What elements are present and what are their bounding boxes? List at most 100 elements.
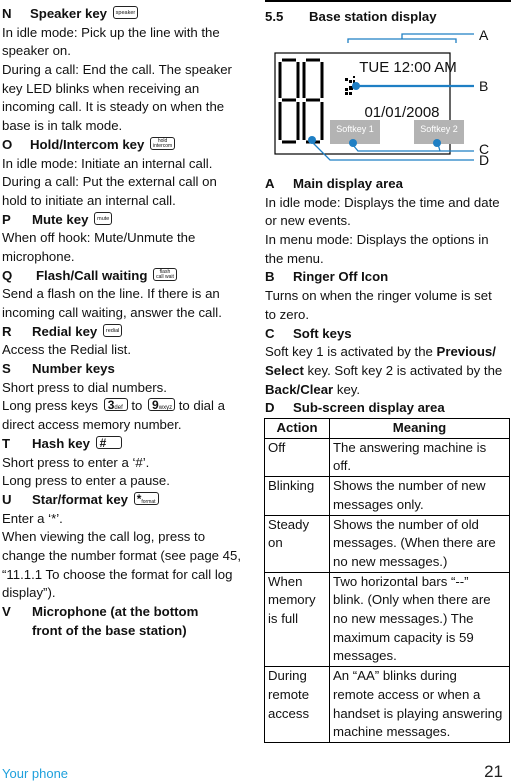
- heading-speaker-key: N Speaker key speaker: [2, 5, 254, 24]
- heading-star-format-key: U Star/format key *format: [2, 491, 254, 510]
- callout-a-bracket: [347, 38, 457, 43]
- sub-screen-table: Action Meaning Off The answering machine …: [264, 418, 510, 743]
- key-3-icon: 3def: [103, 398, 128, 412]
- key-name: Previous/: [436, 344, 496, 360]
- body-line: When viewing the call log, press to: [2, 529, 206, 545]
- display-date: 01/01/2008: [364, 104, 439, 121]
- key-letters: wxyz: [158, 405, 173, 412]
- display-time: TUE 12:00 AM: [359, 59, 457, 76]
- heading-title: Main display area: [293, 176, 403, 191]
- cell-action: Blinking: [264, 476, 330, 516]
- heading-main-display-area: A Main display area: [265, 175, 511, 194]
- body-line: “11.1.1 To choose the format for call lo…: [2, 566, 233, 582]
- body-line: In idle mode: Pick up the line with the: [2, 24, 220, 40]
- cell-meaning: An “AA” blinks during remote access or wh…: [329, 666, 510, 743]
- section-header: 5.5 Base station display: [265, 2, 511, 32]
- callout-b-dot: [352, 82, 360, 90]
- heading-soft-keys: C Soft keys: [265, 325, 511, 344]
- heading-title: Star/format key: [32, 491, 129, 507]
- heading-mute-key: P Mute key mute: [2, 211, 254, 230]
- cell-meaning: The answering machine is off.: [329, 437, 510, 478]
- body-line: During a call: Put the external call on: [2, 174, 217, 190]
- hold-intercom-key-icon: hold intercom: [150, 136, 176, 150]
- cell-line: Two horizontal bars “--”: [333, 573, 469, 589]
- heading-letter: P: [2, 211, 11, 227]
- body-line: Short press to enter a ‘#’.: [2, 454, 150, 470]
- heading-microphone: V Microphone (at the bottom: [2, 603, 254, 622]
- cell-line: messages only.: [333, 496, 424, 512]
- section-title: 5.5 Base station display: [265, 2, 511, 32]
- callout-a-line: [401, 33, 474, 39]
- body-line: to zero.: [265, 306, 309, 322]
- cell-line: messages. (When there are: [333, 535, 496, 551]
- body-line: Send a flash on the line. If there is an: [2, 286, 220, 302]
- key-letters: def: [114, 405, 123, 412]
- heading-title: Flash/Call waiting: [36, 267, 148, 283]
- cell-meaning: Shows the number of new messages only.: [329, 476, 510, 516]
- flash-key-icon: flash call wait: [153, 267, 177, 281]
- header-meaning: Meaning: [329, 418, 510, 439]
- cell-line: memory: [268, 592, 316, 608]
- section-number: 5.5: [265, 9, 284, 24]
- cell-line: Steady: [268, 516, 310, 532]
- heading-title: Mute key: [32, 211, 89, 227]
- callout-d-dot: [308, 136, 316, 144]
- body-line: incoming call. It is steady on when the: [2, 99, 225, 115]
- cell-line: handset is playing answering: [333, 705, 503, 721]
- key-label-bottom: intercom: [153, 143, 173, 150]
- cell-line: During: [268, 668, 307, 684]
- cell-line: An “AA” blinks during: [333, 668, 457, 684]
- body-line: Turns on when the ringer volume is set: [265, 288, 492, 304]
- heading-hold-intercom-key: O Hold/Intercom key hold intercom: [2, 136, 254, 155]
- key-9-icon: 9wxyz: [148, 398, 176, 412]
- cell-line: Blinking: [268, 478, 315, 494]
- cell-line: no new messages.): [333, 553, 448, 569]
- body-line: In menu mode: Displays the options in: [265, 232, 489, 248]
- cell-meaning: Shows the number of old messages. (When t…: [329, 514, 510, 573]
- body-line: direct access memory number.: [2, 417, 182, 433]
- body-line: base is in talk mode.: [2, 118, 123, 134]
- key-name: Select: [265, 362, 304, 378]
- body-line: During a call: End the call. The speaker: [2, 62, 232, 78]
- heading-title: Hash key: [32, 435, 90, 451]
- heading-title: Microphone (at the bottom: [32, 604, 199, 619]
- table-row: Off The answering machine is off.: [264, 437, 510, 478]
- cell-line: access: [268, 705, 310, 721]
- cell-line: no new messages.) The: [333, 611, 474, 627]
- table-row: During remote access An “AA” blinks during r…: [264, 666, 510, 743]
- cell-action: During remote access: [264, 666, 330, 743]
- cell-line: on: [268, 535, 283, 551]
- heading-letter: C: [265, 325, 275, 341]
- page-number: 21: [484, 762, 503, 781]
- heading-title-continued: front of the base station): [32, 622, 187, 638]
- heading-redial-key: R Redial key redial: [2, 323, 254, 342]
- redial-key-icon: redial: [102, 323, 123, 337]
- body-line: In idle mode: Displays the time and date: [265, 194, 500, 210]
- heading-number-keys: S Number keys: [2, 360, 254, 379]
- header-action: Action: [264, 418, 330, 439]
- body-line: or new events.: [265, 213, 351, 229]
- cell-line: Shows the number of old: [333, 516, 479, 532]
- heading-title: Redial key: [32, 323, 98, 339]
- cell-line: machine messages.: [333, 724, 451, 740]
- body-line: display”).: [2, 585, 56, 601]
- heading-letter: O: [2, 136, 13, 152]
- cell-line: blink. (Only when there are: [333, 592, 491, 608]
- callout-d-label: D: [479, 152, 489, 168]
- heading-letter: T: [2, 435, 11, 451]
- body-line: Back/Clear key.: [265, 381, 511, 400]
- legend-items: A Main display area In idle mode: Display…: [265, 175, 511, 418]
- heading-ringer-off-icon: B Ringer Off Icon: [265, 268, 511, 287]
- body-line: hold to initiate an internal call.: [2, 192, 176, 208]
- text: to dial a: [178, 398, 225, 414]
- body-line-with-keys: Long press keys 3def to 9wxyz to dial a: [2, 397, 254, 416]
- heading-title: Speaker key: [30, 6, 107, 21]
- heading-letter: N: [2, 6, 12, 21]
- table-row: Steady on Shows the number of old messages.…: [264, 514, 510, 573]
- table-header-row: Action Meaning: [264, 418, 510, 439]
- body-line: microphone.: [2, 248, 75, 264]
- key-label-bottom: call wait: [156, 274, 174, 281]
- heading-title: Hold/Intercom key: [30, 136, 145, 152]
- heading-title: Soft keys: [293, 325, 352, 341]
- callout-b-label: B: [479, 78, 488, 94]
